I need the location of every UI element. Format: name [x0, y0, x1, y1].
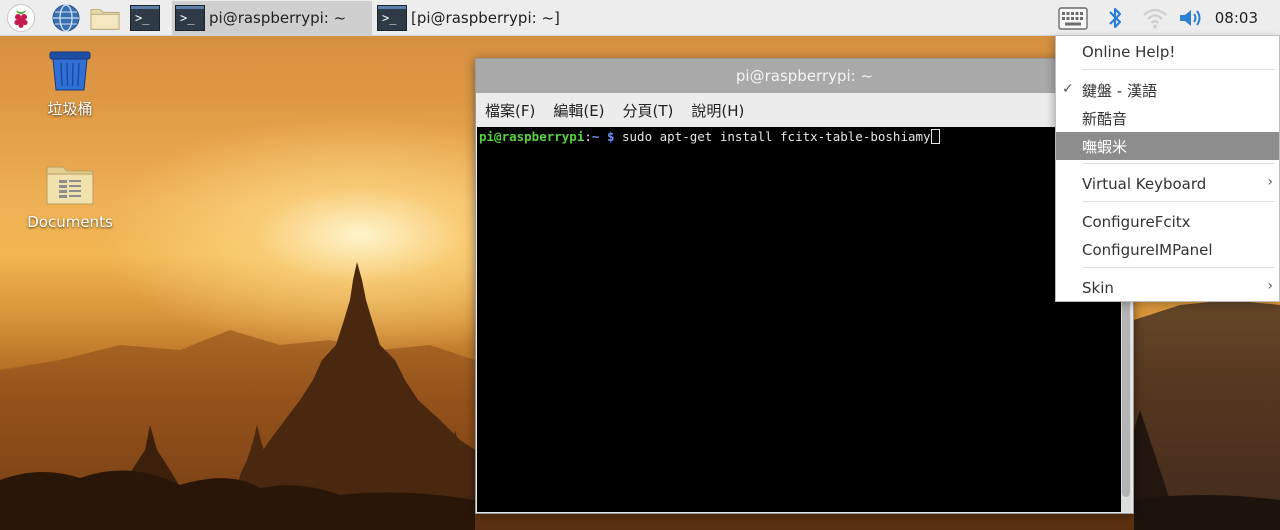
prompt-path: ~ $ [591, 129, 615, 144]
menu-item-label: 鍵盤 - 漢語 [1082, 81, 1157, 100]
task-button-terminal-1[interactable]: >_ pi@raspberrypi: ~ [172, 1, 372, 35]
terminal-glyph: >_ [130, 5, 160, 31]
menu-help[interactable]: 說明(H) [691, 100, 744, 121]
window-title: pi@raspberrypi: ~ [735, 67, 874, 85]
menu-item-chewing[interactable]: 新酷音 [1056, 104, 1279, 132]
check-icon: ✓ [1062, 81, 1074, 97]
clock[interactable]: 08:03 [1215, 9, 1258, 27]
terminal-icon: >_ [175, 5, 205, 31]
menu-edit[interactable]: 編輯(E) [553, 100, 604, 121]
menu-item-configure-impanel[interactable]: ConfigureIMPanel [1056, 236, 1279, 264]
menu-item-label: 新酷音 [1082, 109, 1128, 128]
task-button-terminal-2[interactable]: >_ [pi@raspberrypi: ~] [374, 1, 574, 35]
trash-icon [49, 51, 91, 91]
menu-separator [1082, 163, 1275, 164]
task-button-title: [pi@raspberrypi: ~] [411, 9, 560, 27]
terminal-menubar: 檔案(F) 編輯(E) 分頁(T) 說明(H) [476, 93, 1133, 127]
menu-file[interactable]: 檔案(F) [485, 100, 535, 121]
terminal-window[interactable]: pi@raspberrypi: ~ 檔案(F) 編輯(E) 分頁(T) 說明(H… [475, 58, 1134, 514]
web-browser-icon[interactable] [51, 3, 81, 33]
keyboard-icon[interactable] [1057, 0, 1089, 36]
menu-separator [1082, 69, 1275, 70]
scrollbar-thumb[interactable] [1122, 297, 1130, 497]
desktop-icon-documents[interactable]: Documents [20, 163, 120, 231]
desktop-icon-trash[interactable]: 垃圾桶 [20, 50, 120, 119]
menu-item-configure-fcitx[interactable]: ConfigureFcitx [1056, 208, 1279, 236]
terminal-screen[interactable]: pi@raspberrypi:~ $ sudo apt-get install … [477, 127, 1121, 512]
wifi-icon[interactable] [1140, 0, 1170, 36]
task-button-title: pi@raspberrypi: ~ [209, 9, 347, 27]
prompt-separator: : [584, 129, 592, 144]
menu-item-label: ConfigureIMPanel [1082, 241, 1213, 259]
text-cursor [930, 129, 940, 144]
raspberry-menu-icon[interactable] [6, 3, 36, 33]
menu-item-online-help[interactable]: Online Help! [1056, 38, 1279, 66]
desktop-icon-label: 垃圾桶 [47, 100, 93, 118]
terminal-icon[interactable]: >_ [130, 3, 160, 33]
chevron-right-icon: › [1267, 278, 1273, 294]
menu-tabs[interactable]: 分頁(T) [623, 100, 674, 121]
menu-item-label: ConfigureFcitx [1082, 213, 1191, 231]
menu-item-keyboard-chinese[interactable]: ✓ 鍵盤 - 漢語 [1056, 76, 1279, 104]
menu-item-label: Virtual Keyboard [1082, 175, 1207, 193]
menu-item-boshiamy[interactable]: 嘸蝦米 [1056, 132, 1279, 160]
menu-item-virtual-keyboard[interactable]: Virtual Keyboard › [1056, 170, 1279, 198]
input-method-menu: Online Help! ✓ 鍵盤 - 漢語 新酷音 嘸蝦米 Virtual K… [1055, 35, 1280, 302]
menu-separator [1082, 267, 1275, 268]
volume-icon[interactable] [1176, 0, 1206, 36]
window-titlebar[interactable]: pi@raspberrypi: ~ [476, 59, 1133, 93]
chevron-right-icon: › [1267, 174, 1273, 190]
menu-item-label: Online Help! [1082, 43, 1176, 61]
menu-item-skin[interactable]: Skin › [1056, 274, 1279, 302]
desktop-icon-label: Documents [27, 213, 113, 231]
folder-icon [46, 166, 94, 205]
top-panel: >_ >_ pi@raspberrypi: ~ >_ [pi@raspberry… [0, 0, 1280, 36]
file-manager-icon[interactable] [90, 3, 120, 33]
menu-item-label: 嘸蝦米 [1082, 137, 1128, 156]
menu-separator [1082, 201, 1275, 202]
menu-item-label: Skin [1082, 279, 1114, 297]
command-text: sudo apt-get install fcitx-table-boshiam… [614, 129, 931, 144]
terminal-icon: >_ [377, 5, 407, 31]
prompt-user: pi@raspberrypi [479, 129, 585, 144]
bluetooth-icon[interactable] [1102, 0, 1128, 36]
